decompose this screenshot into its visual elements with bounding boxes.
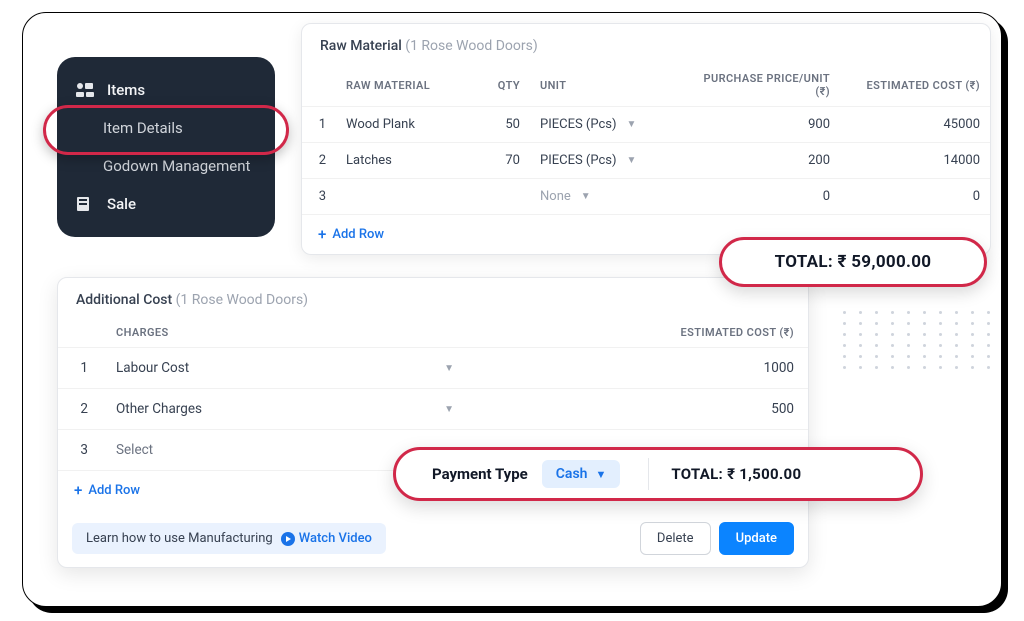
unit-value: PIECES (Pcs): [540, 153, 617, 168]
row-index: 3: [58, 430, 102, 471]
row-index: 2: [302, 143, 336, 179]
payment-total-badge: Payment Type Cash ▼ TOTAL: ₹ 1,500.00: [393, 447, 923, 501]
watch-video-link[interactable]: Watch Video: [281, 531, 372, 546]
sidebar-item-godown[interactable]: Godown Management: [57, 147, 275, 185]
chevron-down-icon: ▼: [444, 404, 454, 415]
delete-button[interactable]: Delete: [640, 522, 711, 555]
sidebar-item-item-details[interactable]: Item Details: [57, 109, 275, 147]
play-icon: [281, 532, 295, 546]
raw-total-text: TOTAL: ₹ 59,000.00: [775, 252, 932, 272]
col-charges: CHARGES: [102, 318, 468, 348]
sidebar: Items Item Details Godown Management Sal…: [57, 57, 275, 237]
sidebar-item-label: Godown Management: [103, 157, 250, 175]
col-price: PURCHASE PRICE/UNIT (₹): [680, 64, 840, 107]
row-index: 1: [58, 348, 102, 389]
qty-cell[interactable]: [460, 179, 530, 215]
material-cell[interactable]: [336, 179, 460, 215]
addc-subtitle: (1 Rose Wood Doors): [176, 292, 308, 308]
raw-title: Raw Material (1 Rose Wood Doors): [302, 24, 990, 64]
charges-value: Other Charges: [116, 401, 202, 417]
unit-value: PIECES (Pcs): [540, 117, 617, 132]
payment-value: Cash: [556, 466, 588, 482]
payment-type-label: Payment Type: [432, 465, 528, 483]
qty-cell[interactable]: 70: [460, 143, 530, 179]
est-cell: 0: [840, 179, 990, 215]
sidebar-item-sale[interactable]: Sale: [57, 185, 275, 223]
material-cell[interactable]: Latches: [336, 143, 460, 179]
est-cell: 14000: [840, 143, 990, 179]
raw-title-text: Raw Material: [320, 38, 402, 54]
charges-cell[interactable]: Labour Cost ▼: [102, 348, 468, 389]
chevron-down-icon: ▼: [627, 119, 637, 130]
payment-total-text: TOTAL: ₹ 1,500.00: [671, 465, 801, 483]
unit-value: None: [540, 189, 571, 204]
charges-value: Select: [116, 442, 153, 458]
raw-table: RAW MATERIAL QTY UNIT PURCHASE PRICE/UNI…: [302, 64, 990, 215]
col-est: ESTIMATED COST (₹): [468, 318, 808, 348]
additional-cost-card: Additional Cost (1 Rose Wood Doors) CHAR…: [57, 277, 809, 568]
price-cell[interactable]: 900: [680, 107, 840, 143]
chevron-down-icon: ▼: [581, 191, 591, 202]
sidebar-item-label: Items: [107, 81, 145, 99]
qty-cell[interactable]: 50: [460, 107, 530, 143]
raw-subtitle: (1 Rose Wood Doors): [405, 38, 537, 54]
sidebar-item-label: Sale: [107, 195, 136, 213]
addc-title: Additional Cost (1 Rose Wood Doors): [58, 278, 808, 318]
add-row-button[interactable]: + Add Row: [58, 471, 156, 510]
card-footer: Learn how to use Manufacturing Watch Vid…: [58, 510, 808, 567]
chevron-down-icon: ▼: [444, 363, 454, 374]
learn-banner[interactable]: Learn how to use Manufacturing Watch Vid…: [72, 523, 386, 554]
add-row-label: Add Row: [332, 227, 384, 242]
unit-cell[interactable]: PIECES (Pcs) ▼: [530, 107, 680, 143]
payment-type-select[interactable]: Cash ▼: [542, 460, 621, 488]
table-row[interactable]: 2 Other Charges ▼ 500: [58, 389, 808, 430]
col-material: RAW MATERIAL: [336, 64, 460, 107]
sale-icon: [75, 196, 95, 212]
add-row-button[interactable]: + Add Row: [302, 215, 400, 254]
items-icon: [75, 82, 95, 98]
app-canvas: Items Item Details Godown Management Sal…: [22, 12, 1002, 607]
est-cell[interactable]: 1000: [468, 348, 808, 389]
decorative-dots: [843, 311, 995, 369]
add-row-label: Add Row: [88, 483, 140, 498]
col-est: ESTIMATED COST (₹): [840, 64, 990, 107]
est-cell: 45000: [840, 107, 990, 143]
table-row[interactable]: 1 Wood Plank 50 PIECES (Pcs) ▼ 900 45000: [302, 107, 990, 143]
row-index: 1: [302, 107, 336, 143]
chevron-down-icon: ▼: [595, 468, 606, 481]
plus-icon: +: [74, 483, 82, 498]
raw-total-badge: TOTAL: ₹ 59,000.00: [719, 237, 987, 287]
watch-label: Watch Video: [299, 531, 372, 546]
divider: [648, 458, 649, 490]
update-button[interactable]: Update: [719, 522, 794, 555]
charges-value: Labour Cost: [116, 360, 189, 376]
charges-cell[interactable]: Other Charges ▼: [102, 389, 468, 430]
table-row[interactable]: 1 Labour Cost ▼ 1000: [58, 348, 808, 389]
addc-title-text: Additional Cost: [76, 292, 172, 308]
sidebar-item-items[interactable]: Items: [57, 71, 275, 109]
material-cell[interactable]: Wood Plank: [336, 107, 460, 143]
price-cell[interactable]: 200: [680, 143, 840, 179]
unit-cell[interactable]: None ▼: [530, 179, 680, 215]
row-index: 3: [302, 179, 336, 215]
table-row[interactable]: 3 None ▼ 0 0: [302, 179, 990, 215]
raw-material-card: Raw Material (1 Rose Wood Doors) RAW MAT…: [301, 23, 991, 255]
table-row[interactable]: 2 Latches 70 PIECES (Pcs) ▼ 200 14000: [302, 143, 990, 179]
unit-cell[interactable]: PIECES (Pcs) ▼: [530, 143, 680, 179]
row-index: 2: [58, 389, 102, 430]
col-unit: UNIT: [530, 64, 680, 107]
chevron-down-icon: ▼: [627, 155, 637, 166]
learn-text: Learn how to use Manufacturing: [86, 531, 273, 546]
plus-icon: +: [318, 227, 326, 242]
col-qty: QTY: [460, 64, 530, 107]
sidebar-item-label: Item Details: [103, 119, 183, 137]
est-cell[interactable]: 500: [468, 389, 808, 430]
price-cell[interactable]: 0: [680, 179, 840, 215]
